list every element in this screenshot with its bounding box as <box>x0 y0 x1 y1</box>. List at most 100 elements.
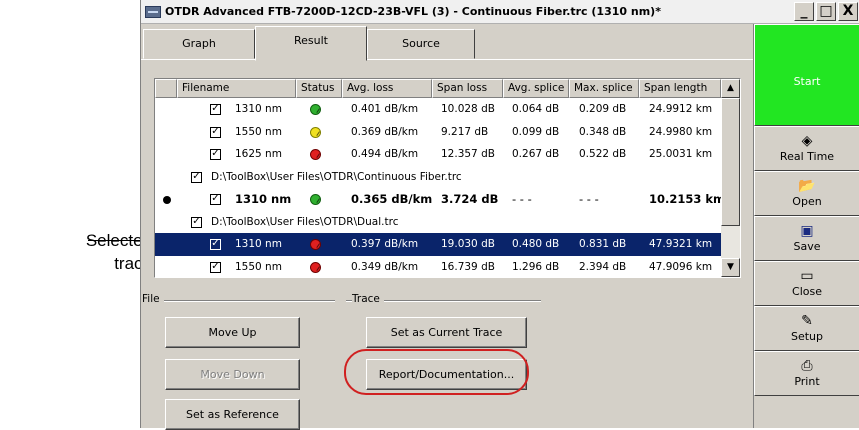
status-ok-icon <box>310 104 321 115</box>
app-icon <box>145 5 161 18</box>
wavelength: 1625 nm <box>235 148 282 160</box>
col-avg-loss[interactable]: Avg. loss <box>342 79 432 98</box>
span-length: 10.2153 km <box>649 192 726 206</box>
real-time-button[interactable]: ◈ Real Time <box>754 126 859 171</box>
avg-splice: - - - <box>512 192 532 206</box>
current-trace-row[interactable]: ✓ 1310 nm 0.365 dB/km 3.724 dB - - - - -… <box>155 188 725 211</box>
real-time-label: Real Time <box>779 150 835 163</box>
row-checkbox[interactable]: ✓ <box>210 104 221 115</box>
close-label: Close <box>792 285 822 298</box>
tab-result[interactable]: Result <box>255 26 367 61</box>
span-length: 24.9980 km <box>649 125 713 138</box>
wavelength: 1310 nm <box>235 192 292 206</box>
col-status[interactable]: Status <box>296 79 342 98</box>
open-folder-icon: 📂 <box>798 178 816 194</box>
print-label: Print <box>794 375 820 388</box>
selected-trace-row[interactable]: ✓ 1310 nm 0.397 dB/km 19.030 dB 0.480 dB… <box>155 233 721 256</box>
trace-table[interactable]: Filename Status Avg. loss Span loss Avg.… <box>154 78 741 278</box>
file-checkbox[interactable]: ✓ <box>191 216 202 228</box>
close-folder-icon: ▭ <box>800 268 814 284</box>
tab-source[interactable]: Source <box>367 29 475 59</box>
setup-button[interactable]: ✎ Setup <box>754 306 859 351</box>
save-disk-icon: ▣ <box>800 223 814 239</box>
window-title: OTDR Advanced FTB-7200D-12CD-23B-VFL (3)… <box>165 5 661 18</box>
max-splice: 0.831 dB <box>579 238 627 250</box>
callout-line2: trace <box>114 254 152 273</box>
table-row[interactable]: ✓ 1550 nm 0.369 dB/km 9.217 dB 0.099 dB … <box>155 121 721 144</box>
setup-pencil-icon: ✎ <box>801 313 813 329</box>
avg-loss: 0.494 dB/km <box>351 148 419 160</box>
table-row[interactable]: ✓ 1550 nm 0.349 dB/km 16.739 dB 1.296 dB… <box>155 256 721 279</box>
scroll-down-arrow-icon[interactable]: ▼ <box>721 258 740 277</box>
minimize-button[interactable]: _ <box>794 2 814 21</box>
col-avg-splice[interactable]: Avg. splice <box>503 79 569 98</box>
avg-loss: 0.401 dB/km <box>351 103 419 115</box>
report-highlight-annotation <box>344 349 529 395</box>
table-scrollbar[interactable]: ▲ ▼ <box>721 79 740 277</box>
avg-loss: 0.365 dB/km <box>351 192 433 206</box>
avg-splice: 0.267 dB <box>512 148 560 160</box>
table-row[interactable]: ✓ 1310 nm 0.401 dB/km 10.028 dB 0.064 dB… <box>155 98 721 121</box>
print-button[interactable]: ⎙ Print <box>754 351 859 396</box>
col-span-length[interactable]: Span length <box>639 79 721 98</box>
real-time-icon: ◈ <box>801 133 813 149</box>
file-checkbox[interactable]: ✓ <box>191 171 202 183</box>
close-button[interactable]: ▭ Close <box>754 261 859 306</box>
max-splice: 0.522 dB <box>579 148 627 160</box>
file-row[interactable]: ✓ D:\ToolBox\User Files\OTDR\Dual.trc <box>155 211 721 234</box>
open-button[interactable]: 📂 Open <box>754 171 859 216</box>
set-as-reference-button[interactable]: Set as Reference <box>165 399 300 430</box>
close-window-button[interactable]: X <box>838 2 858 21</box>
avg-loss: 0.369 dB/km <box>351 125 419 138</box>
tab-graph[interactable]: Graph <box>143 29 255 59</box>
avg-loss: 0.397 dB/km <box>351 238 419 250</box>
current-trace-bullet-icon <box>163 196 171 204</box>
window-controls: _ □ X <box>794 2 858 21</box>
setup-label: Setup <box>790 330 824 343</box>
save-button[interactable]: ▣ Save <box>754 216 859 261</box>
file-path: D:\ToolBox\User Files\OTDR\Continuous Fi… <box>211 170 462 183</box>
wavelength: 1550 nm <box>235 260 282 273</box>
file-row[interactable]: ✓ D:\ToolBox\User Files\OTDR\Continuous … <box>155 166 721 189</box>
save-label: Save <box>793 240 821 253</box>
row-checkbox[interactable]: ✓ <box>210 239 221 250</box>
span-loss: 9.217 dB <box>441 125 489 138</box>
table-row[interactable]: ✓ 1625 nm 0.494 dB/km 12.357 dB 0.267 dB… <box>155 143 721 166</box>
span-loss: 3.724 dB <box>441 192 499 206</box>
span-loss: 19.030 dB <box>441 238 495 250</box>
scroll-thumb[interactable] <box>721 98 740 226</box>
row-checkbox[interactable]: ✓ <box>210 261 221 273</box>
row-checkbox[interactable]: ✓ <box>210 149 221 160</box>
col-filename[interactable]: Filename <box>177 79 296 98</box>
span-length: 47.9096 km <box>649 260 713 273</box>
status-warning-icon <box>310 126 321 138</box>
side-panel: Start ◈ Real Time 📂 Open ▣ Save ▭ Close … <box>753 24 859 428</box>
file-group-label: File <box>142 293 164 305</box>
status-fail-icon <box>310 149 321 160</box>
trace-group-label: Trace <box>352 293 384 305</box>
col-spacer <box>155 79 177 98</box>
col-span-loss[interactable]: Span loss <box>432 79 503 98</box>
span-length: 47.9321 km <box>649 238 713 250</box>
span-length: 24.9912 km <box>649 103 713 115</box>
wavelength: 1310 nm <box>235 103 282 115</box>
move-down-button[interactable]: Move Down <box>165 359 300 390</box>
max-splice: 2.394 dB <box>579 260 627 273</box>
avg-splice: 0.099 dB <box>512 125 560 138</box>
row-checkbox[interactable]: ✓ <box>210 194 221 205</box>
wavelength: 1550 nm <box>235 125 282 138</box>
move-up-button[interactable]: Move Up <box>165 317 300 348</box>
row-checkbox[interactable]: ✓ <box>210 126 221 138</box>
status-fail-icon <box>310 239 321 250</box>
file-path: D:\ToolBox\User Files\OTDR\Dual.trc <box>211 215 399 228</box>
tab-bar: Graph Result Source <box>141 24 753 61</box>
table-rows: ✓ 1310 nm 0.401 dB/km 10.028 dB 0.064 dB… <box>155 98 725 279</box>
status-ok-icon <box>310 194 321 205</box>
scroll-up-arrow-icon[interactable]: ▲ <box>721 79 740 98</box>
maximize-button[interactable]: □ <box>816 2 836 21</box>
set-as-current-trace-button[interactable]: Set as Current Trace <box>366 317 527 348</box>
span-loss: 10.028 dB <box>441 103 495 115</box>
start-button[interactable]: Start <box>754 24 859 126</box>
col-max-splice[interactable]: Max. splice <box>569 79 639 98</box>
max-splice: 0.348 dB <box>579 125 627 138</box>
